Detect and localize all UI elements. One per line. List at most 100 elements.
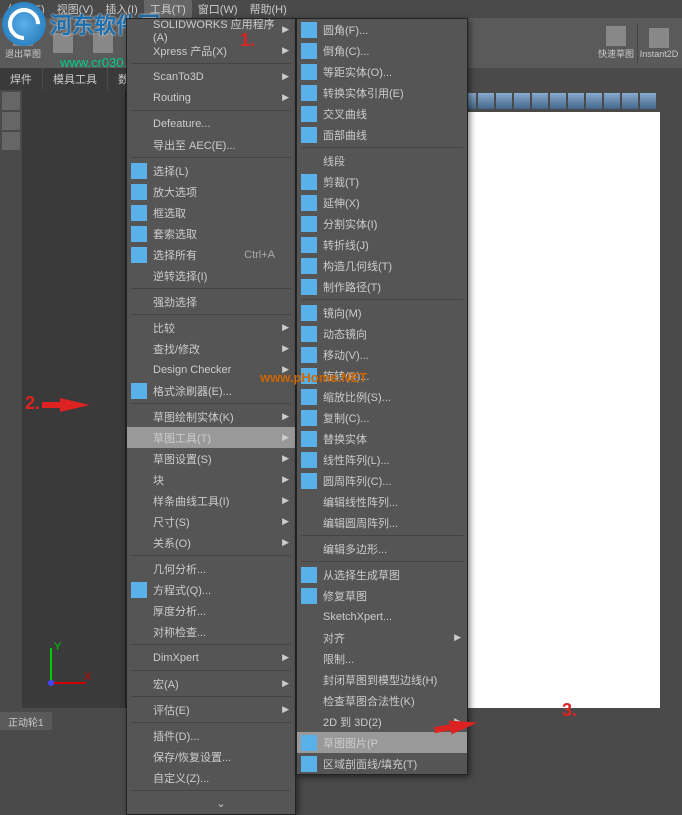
menu-item-label: 关系(O) xyxy=(153,535,191,551)
menu-item[interactable]: 替换实体 xyxy=(297,428,467,449)
menu-item[interactable]: 草图工具(T)▶ xyxy=(127,427,295,448)
menu-item[interactable]: 评估(E)▶ xyxy=(127,699,295,720)
menu-item-label: 封闭草图到模型边线(H) xyxy=(323,672,437,688)
menu-item-label: 修复草图 xyxy=(323,588,367,604)
submenu-arrow-icon: ▶ xyxy=(282,24,289,35)
ribbon-snap[interactable]: 快速草图 xyxy=(597,20,635,66)
menu-item-label: 逆转选择(I) xyxy=(153,268,207,284)
appearance-icon[interactable] xyxy=(604,93,620,109)
menu-item-label: 保存/恢复设置... xyxy=(153,749,231,765)
menu-item[interactable]: 选择所有Ctrl+A xyxy=(127,244,295,265)
menu-item[interactable]: 封闭草图到模型边线(H) xyxy=(297,669,467,690)
menu-item: 厚度分析... xyxy=(127,600,295,621)
snap-icon xyxy=(606,26,626,46)
menu-item[interactable]: Xpress 产品(X)▶ xyxy=(127,40,295,61)
model-tab[interactable]: 正动轮1 xyxy=(0,712,52,730)
ribbon-instant2d[interactable]: Instant2D xyxy=(640,20,678,66)
config-icon[interactable] xyxy=(2,112,20,130)
menu-item-label: 圆周阵列(C)... xyxy=(323,473,391,489)
menu-item[interactable]: 自定义(Z)... xyxy=(127,767,295,788)
menu-item-label: 选择所有 xyxy=(153,247,197,263)
menu-item[interactable]: 选择(L) xyxy=(127,160,295,181)
annotation-1: 1. xyxy=(240,30,255,51)
menu-item-icon xyxy=(131,247,147,263)
display-style-icon[interactable] xyxy=(568,93,584,109)
menu-item[interactable]: 构造几何线(T) xyxy=(297,255,467,276)
tab-weldment[interactable]: 焊件 xyxy=(0,68,42,90)
hide-show-icon[interactable] xyxy=(586,93,602,109)
menu-item[interactable]: 查找/修改▶ xyxy=(127,338,295,359)
menu-item[interactable]: 尺寸(S)▶ xyxy=(127,511,295,532)
scene-icon[interactable] xyxy=(622,93,638,109)
menu-item-icon xyxy=(301,588,317,604)
menu-item[interactable]: 插件(D)... xyxy=(127,725,295,746)
menu-item[interactable]: 草图设置(S)▶ xyxy=(127,448,295,469)
menu-item[interactable]: 修复草图 xyxy=(297,585,467,606)
logo-circle-icon xyxy=(2,2,46,46)
view-orient-icon[interactable] xyxy=(550,93,566,109)
menu-item[interactable]: 框选取 xyxy=(127,202,295,223)
rotate-icon[interactable] xyxy=(514,93,530,109)
menu-item-icon xyxy=(301,410,317,426)
right-task-pane[interactable] xyxy=(660,90,682,708)
menu-item[interactable]: 等距实体(O)... xyxy=(297,61,467,82)
menu-item[interactable]: ScanTo3D▶ xyxy=(127,66,295,87)
pan-icon[interactable] xyxy=(496,93,512,109)
menu-item[interactable]: 从选择生成草图 xyxy=(297,564,467,585)
menu-item[interactable]: 放大选项 xyxy=(127,181,295,202)
menu-item-label: 缩放比例(S)... xyxy=(323,389,391,405)
menu-item[interactable]: 检查草图合法性(K) xyxy=(297,690,467,711)
menu-item[interactable]: 宏(A)▶ xyxy=(127,673,295,694)
menu-item-label: 延伸(X) xyxy=(323,195,360,211)
menu-item[interactable]: 关系(O)▶ xyxy=(127,532,295,553)
menu-item[interactable]: 转换实体引用(E) xyxy=(297,82,467,103)
menu-item[interactable]: 对齐▶ xyxy=(297,627,467,648)
menu-item-label: Defeature... xyxy=(153,118,210,130)
menu-item[interactable]: 限制... xyxy=(297,648,467,669)
menu-item-label: 套索选取 xyxy=(153,226,197,242)
menu-item: 缩放比例(S)... xyxy=(297,386,467,407)
menu-item[interactable]: 套索选取 xyxy=(127,223,295,244)
menu-item[interactable]: 镜向(M) xyxy=(297,302,467,323)
menu-item-label: 2D 到 3D(2) xyxy=(323,714,382,730)
menu-item[interactable]: 剪裁(T) xyxy=(297,171,467,192)
section-icon[interactable] xyxy=(532,93,548,109)
menu-item[interactable]: Routing▶ xyxy=(127,87,295,108)
menu-item-icon xyxy=(301,567,317,583)
menu-item[interactable]: 倒角(C)... xyxy=(297,40,467,61)
menu-item[interactable]: 交叉曲线 xyxy=(297,103,467,124)
menu-item[interactable]: 延伸(X) xyxy=(297,192,467,213)
menu-item[interactable]: 比较▶ xyxy=(127,317,295,338)
menu-item[interactable]: 线性阵列(L)... xyxy=(297,449,467,470)
menu-item[interactable]: DimXpert▶ xyxy=(127,647,295,668)
fit-icon[interactable] xyxy=(478,93,494,109)
menu-item[interactable]: 转折线(J) xyxy=(297,234,467,255)
menu-item[interactable]: 样条曲线工具(I)▶ xyxy=(127,490,295,511)
menu-item[interactable]: ⌄ xyxy=(127,793,295,814)
menu-item[interactable]: 方程式(Q)... xyxy=(127,579,295,600)
menu-item[interactable]: 块▶ xyxy=(127,469,295,490)
menu-item[interactable]: 草图图片(P xyxy=(297,732,467,753)
menu-item[interactable]: 圆周阵列(C)... xyxy=(297,470,467,491)
menu-item[interactable]: 圆角(F)... xyxy=(297,19,467,40)
menu-item-label: 放大选项 xyxy=(153,184,197,200)
menu-item-label: 检查草图合法性(K) xyxy=(323,693,415,709)
menu-item: 逆转选择(I) xyxy=(127,265,295,286)
menu-item[interactable]: 制作路径(T) xyxy=(297,276,467,297)
menu-item[interactable]: SOLIDWORKS 应用程序(A)▶ xyxy=(127,19,295,40)
view-settings-icon[interactable] xyxy=(640,93,656,109)
menu-item-icon xyxy=(301,64,317,80)
menu-item-label: 线段 xyxy=(323,153,345,169)
menu-item[interactable]: 编辑多边形... xyxy=(297,538,467,559)
menu-item[interactable]: 动态镜向 xyxy=(297,323,467,344)
tab-mold[interactable]: 模具工具 xyxy=(43,68,107,90)
menu-item[interactable]: 草图绘制实体(K)▶ xyxy=(127,406,295,427)
submenu-arrow-icon: ▶ xyxy=(282,343,289,354)
tree-icon[interactable] xyxy=(2,92,20,110)
menu-item[interactable]: 区域剖面线/填充(T) xyxy=(297,753,467,774)
menu-item-label: 评估(E) xyxy=(153,702,190,718)
menu-item-icon xyxy=(301,43,317,59)
menu-item: 编辑圆周阵列... xyxy=(297,512,467,533)
display-icon[interactable] xyxy=(2,132,20,150)
menu-item[interactable]: 保存/恢复设置... xyxy=(127,746,295,767)
